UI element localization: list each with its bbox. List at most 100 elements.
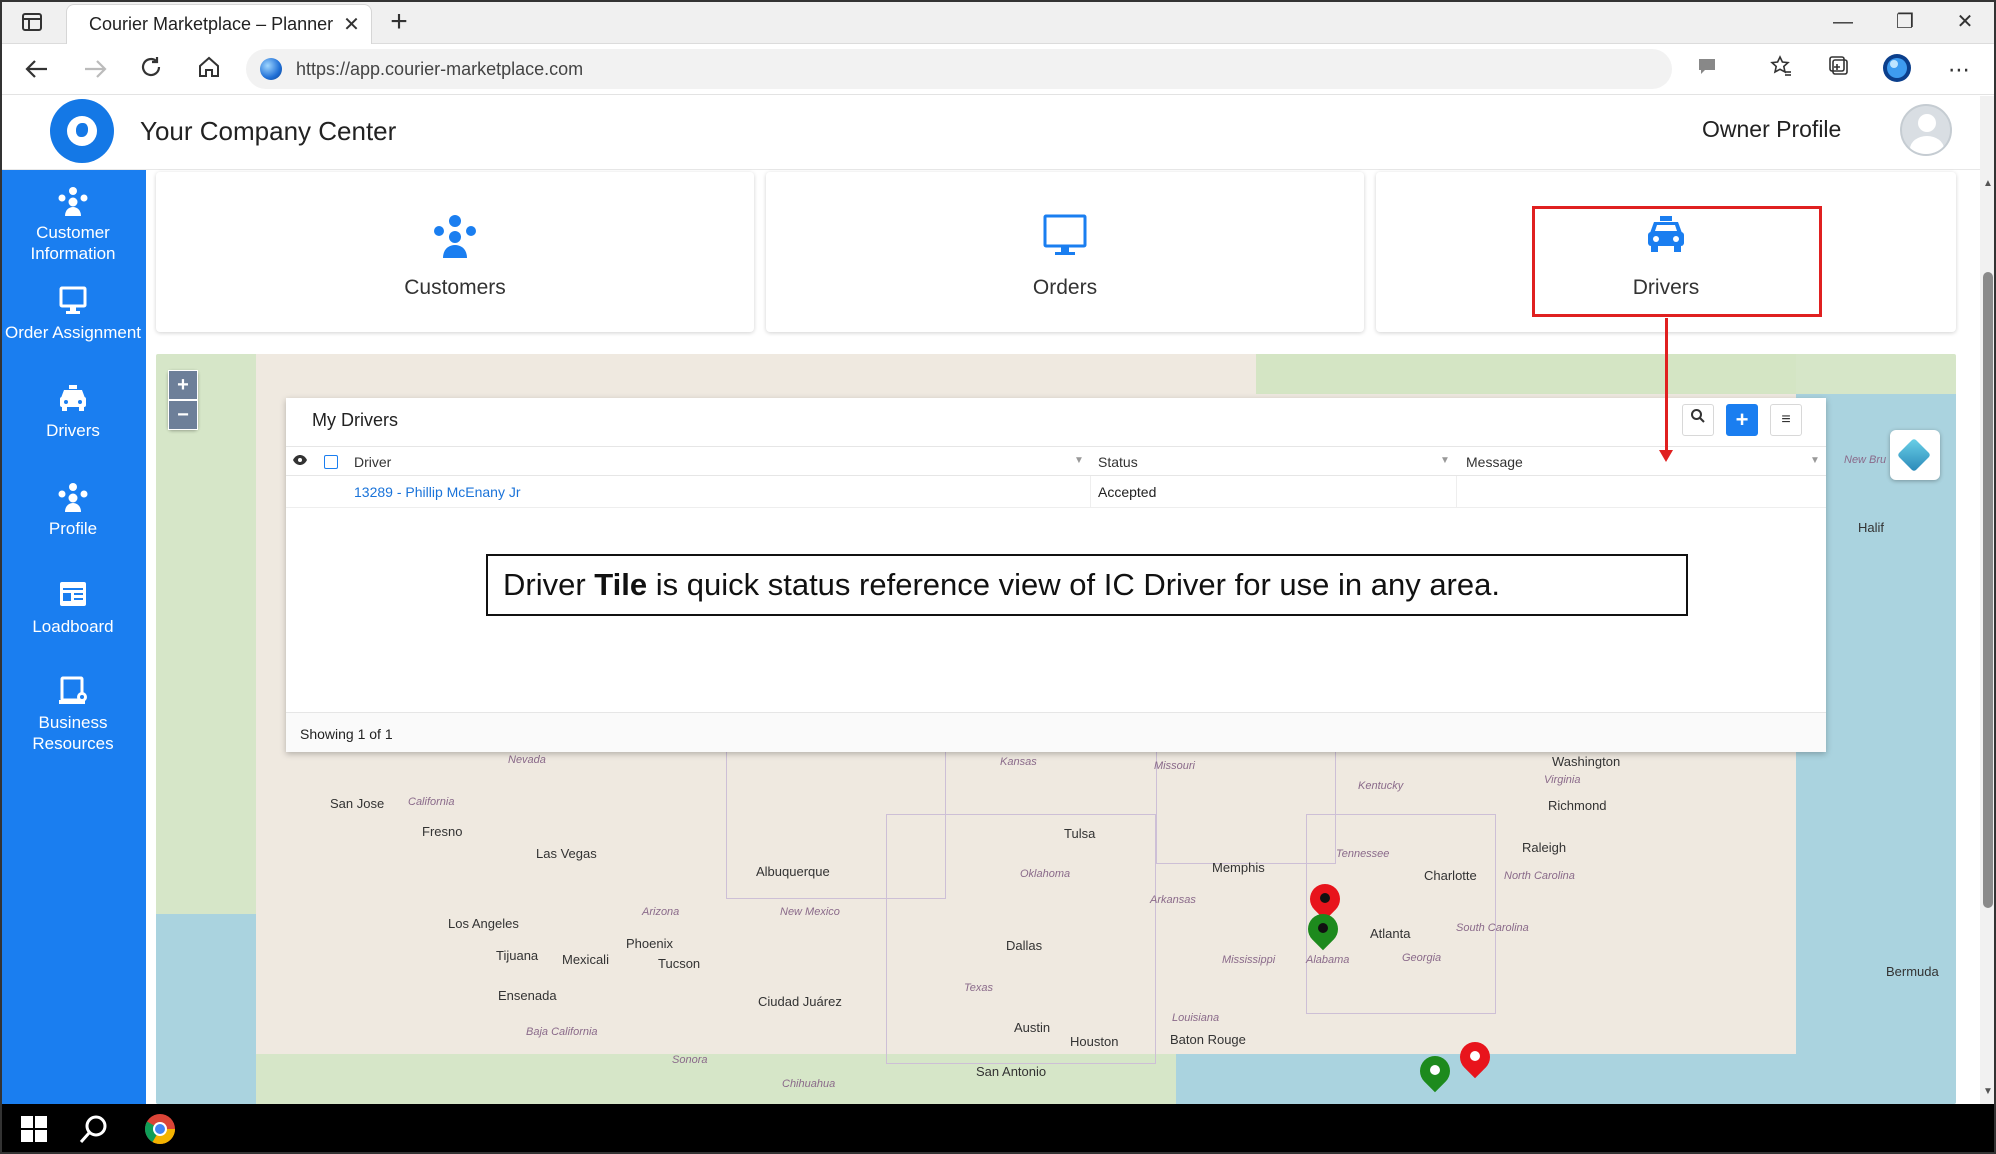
column-header-message[interactable]: Message (1466, 454, 1523, 470)
city-label: Richmond (1548, 798, 1607, 813)
page-scrollbar[interactable]: ▲ ▼ (1980, 96, 1996, 1104)
scroll-up-icon[interactable]: ▲ (1983, 178, 1993, 189)
menu-button[interactable]: ≡ (1770, 404, 1802, 436)
city-label: Los Angeles (448, 916, 519, 931)
minimize-button[interactable]: — (1820, 6, 1866, 38)
city-label: Tulsa (1064, 826, 1096, 841)
tile-customers[interactable]: Customers (156, 172, 754, 332)
chevron-down-icon[interactable]: ▼ (1810, 455, 1820, 466)
city-label: Tucson (658, 956, 701, 971)
back-icon[interactable] (20, 53, 54, 87)
city-label: Houston (1070, 1034, 1119, 1049)
region-label: Arizona (642, 906, 680, 918)
map-pin-green-icon[interactable] (1420, 1056, 1450, 1098)
add-driver-button[interactable]: + (1726, 404, 1758, 436)
region-label: North Carolina (1504, 870, 1575, 882)
profile-globe-icon[interactable] (1880, 53, 1914, 87)
driver-link[interactable]: 13289 - Phillip McEnany Jr (354, 484, 521, 500)
map-pin-green-icon[interactable] (1308, 914, 1338, 956)
avatar[interactable] (1900, 104, 1952, 156)
forward-icon[interactable] (78, 53, 112, 87)
region-label: Virginia (1544, 774, 1581, 786)
browser-title-bar: Courier Marketplace – Planner ✕ + — ❐ ✕ (0, 0, 1996, 44)
page-title: Your Company Center (140, 116, 397, 146)
status-cell: Accepted (1098, 484, 1157, 500)
region-label: Chihuahua (782, 1078, 836, 1090)
city-label: Mexicali (562, 952, 609, 967)
column-header-driver[interactable]: Driver (354, 454, 391, 470)
close-window-button[interactable]: ✕ (1942, 6, 1988, 38)
sidebar-item-customer-information[interactable]: Customer Information (0, 186, 146, 264)
tab-title: Courier Marketplace – Planner (89, 14, 334, 34)
chrome-icon[interactable] (144, 1113, 176, 1145)
map-pin-red-icon[interactable] (1460, 1042, 1490, 1084)
favorites-icon[interactable] (1764, 53, 1798, 87)
scroll-down-icon[interactable]: ▼ (1983, 1086, 1993, 1097)
region-label: New Bru (1844, 454, 1887, 466)
new-tab-button[interactable]: + (384, 6, 414, 38)
city-label: Raleigh (1522, 840, 1567, 855)
restore-button[interactable]: ❐ (1882, 6, 1928, 38)
sidebar-item-loadboard[interactable]: Loadboard (0, 580, 146, 637)
sidebar-item-label: Loadboard (32, 617, 114, 636)
tile-orders[interactable]: Orders (766, 172, 1364, 332)
region-label: Mississippi (1222, 954, 1276, 966)
city-label: Dallas (1006, 938, 1043, 953)
city-label: Halif (1858, 520, 1885, 535)
city-label: Ciudad Juárez (758, 994, 842, 1009)
company-logo[interactable] (50, 99, 114, 163)
callout-bold-text: Tile (594, 567, 648, 602)
monitor-icon (59, 286, 87, 314)
search-button[interactable] (1682, 404, 1714, 436)
city-label: San Antonio (976, 1064, 1047, 1079)
annotation-callout: Driver Tile is quick status reference vi… (486, 554, 1688, 616)
city-label: Tijuana (496, 948, 539, 963)
refresh-icon[interactable] (134, 53, 168, 87)
owner-profile-link[interactable]: Owner Profile (1702, 116, 1841, 143)
highlight-box (1532, 206, 1822, 317)
more-icon[interactable]: ⋯ (1942, 53, 1976, 87)
select-all-checkbox[interactable] (324, 455, 338, 469)
sidebar-item-label: Customer (36, 223, 110, 242)
sidebar-item-label: Profile (48, 519, 98, 538)
chevron-down-icon[interactable]: ▼ (1074, 455, 1084, 466)
sidebar-item-business-resources[interactable]: Business Resources (0, 676, 146, 754)
sidebar-item-drivers[interactable]: Drivers (0, 384, 146, 441)
url-text: https://app.courier-marketplace.com (296, 58, 584, 79)
tab-close-icon[interactable]: ✕ (343, 12, 360, 37)
feedback-icon[interactable] (1690, 53, 1724, 87)
table-row[interactable]: 13289 - Phillip McEnany Jr Accepted (286, 476, 1826, 508)
windows-start-icon[interactable] (18, 1113, 50, 1145)
chevron-down-icon[interactable]: ▼ (1440, 455, 1450, 466)
city-label: Ensenada (498, 988, 557, 1003)
app-header: Your Company Center Owner Profile (0, 96, 1980, 170)
sidebar-item-label: Information (30, 244, 116, 263)
search-icon[interactable] (78, 1113, 110, 1145)
pacific-ocean (156, 914, 256, 1104)
layers-icon[interactable] (1890, 430, 1940, 480)
city-label: Fresno (422, 824, 463, 839)
collections-icon[interactable] (1822, 53, 1856, 87)
city-label: Memphis (1212, 860, 1265, 875)
zoom-in-button[interactable]: + (168, 370, 198, 400)
annotation-arrow (1665, 318, 1668, 454)
zoom-out-button[interactable]: − (168, 400, 198, 430)
scroll-thumb[interactable] (1983, 272, 1993, 908)
sidebar-item-order-assignment[interactable]: Order Assignment (0, 286, 146, 343)
eye-icon[interactable] (292, 453, 308, 469)
region-label: Texas (964, 982, 993, 994)
tab-actions-icon[interactable] (18, 8, 46, 36)
city-label: Charlotte (1424, 868, 1477, 883)
region-label: Kentucky (1358, 780, 1404, 792)
people-icon (434, 215, 476, 258)
arrow-head-icon (1659, 450, 1673, 462)
grid-header: Driver ▼ Status ▼ Message ▼ (286, 446, 1826, 476)
browser-tab[interactable]: Courier Marketplace – Planner ✕ (66, 4, 372, 44)
sidebar-item-profile[interactable]: Profile (0, 482, 146, 539)
address-field[interactable]: https://app.courier-marketplace.com (246, 49, 1672, 89)
sidebar-item-label: Order Assignment (4, 323, 142, 342)
home-icon[interactable] (192, 53, 226, 87)
column-header-status[interactable]: Status (1098, 454, 1138, 470)
region-label: Missouri (1154, 760, 1195, 772)
city-label: Albuquerque (756, 864, 830, 879)
